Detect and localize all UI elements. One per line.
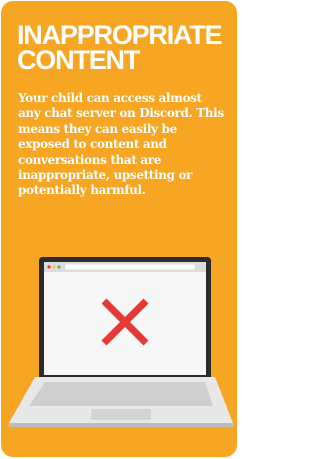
card-body: Your child can access almost any chat se… xyxy=(18,91,224,198)
card-title: INAPPROPRIATE CONTENT xyxy=(17,22,232,75)
card-title-line-2: CONTENT xyxy=(17,45,140,75)
info-card: INAPPROPRIATE CONTENT Your child can acc… xyxy=(1,1,237,457)
laptop-with-red-x-icon xyxy=(8,257,234,427)
